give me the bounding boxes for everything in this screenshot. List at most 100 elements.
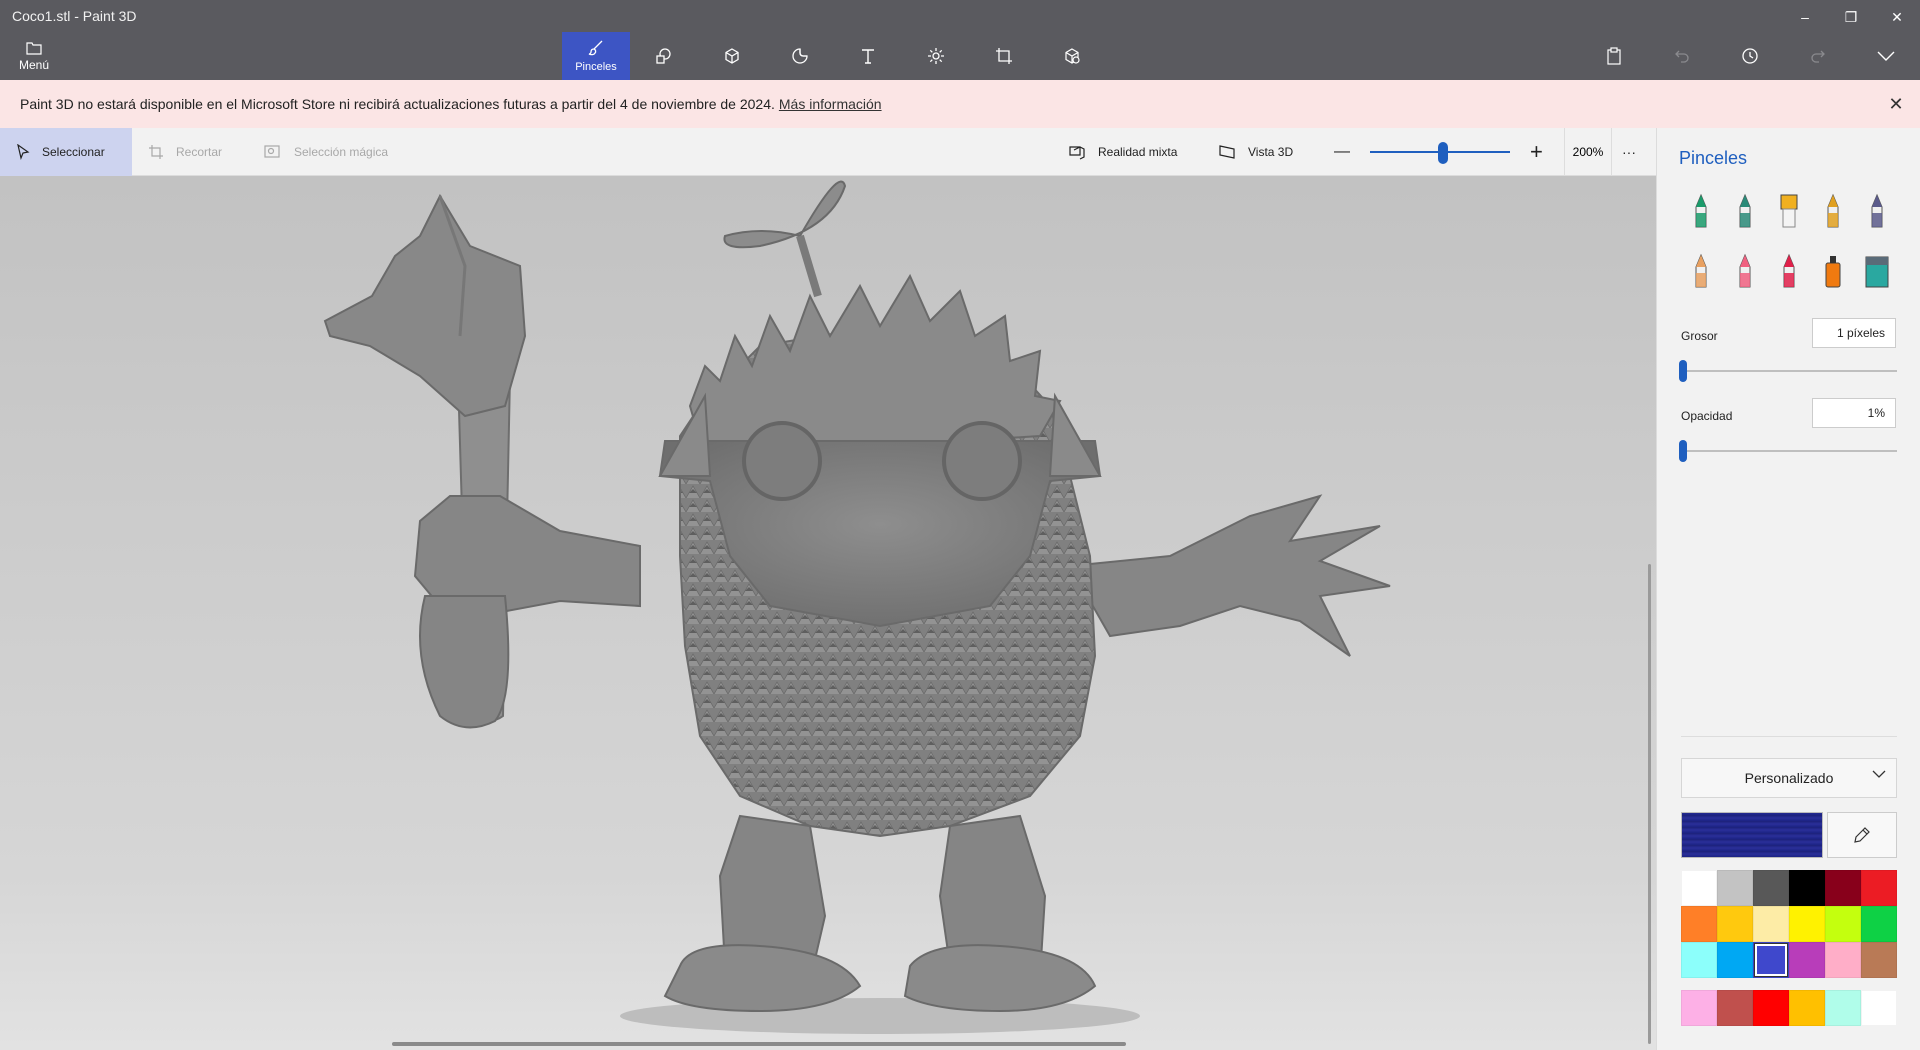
tool-3d-shapes[interactable]	[698, 32, 766, 80]
brush-icon	[588, 40, 603, 56]
color-swatch[interactable]	[1681, 906, 1717, 942]
ribbon-tools: Pinceles	[562, 32, 1106, 80]
zoom-value[interactable]: 200%	[1564, 128, 1612, 176]
minimize-button[interactable]: –	[1782, 0, 1828, 34]
color-swatch[interactable]	[1681, 870, 1717, 906]
folder-icon	[26, 41, 42, 55]
eyedropper-button[interactable]	[1827, 812, 1897, 858]
history-button[interactable]	[1716, 36, 1784, 76]
custom-color-swatch[interactable]	[1861, 990, 1897, 1026]
thickness-field[interactable]: 1 píxeles	[1812, 318, 1896, 348]
redo-icon	[1811, 50, 1825, 63]
brush-crayon[interactable]	[1767, 248, 1811, 294]
notification-text: Paint 3D no estará disponible en el Micr…	[20, 96, 775, 112]
tool-effects[interactable]	[902, 32, 970, 80]
custom-color-swatch[interactable]	[1789, 990, 1825, 1026]
view-3d-button[interactable]: Vista 3D	[1218, 128, 1293, 176]
3d-model-render[interactable]	[0, 176, 1656, 1050]
brush-marker[interactable]	[1679, 188, 1723, 234]
color-swatch[interactable]	[1861, 906, 1897, 942]
calligraphy-pen-icon	[1739, 193, 1751, 228]
thickness-slider[interactable]	[1679, 360, 1897, 382]
marker-icon	[1695, 193, 1707, 228]
canvas-toolbar: Seleccionar Recortar Selección mágica Re…	[0, 128, 1656, 176]
more-info-link[interactable]: Más información	[779, 96, 882, 112]
brush-calligraphy-pen[interactable]	[1723, 188, 1767, 234]
tool-canvas[interactable]	[970, 32, 1038, 80]
paint3d-window: Coco1.stl - Paint 3D – ❐ ✕ Menú Pinceles	[0, 0, 1920, 1050]
watercolor-icon	[1827, 193, 1839, 228]
brush-spray-can[interactable]	[1811, 248, 1855, 294]
custom-color-swatch[interactable]	[1681, 990, 1717, 1026]
pencil-icon	[1695, 253, 1707, 288]
notification-banner: Paint 3D no estará disponible en el Micr…	[0, 80, 1920, 128]
chevron-down-icon	[1872, 770, 1886, 778]
vertical-scrollbar[interactable]	[1648, 564, 1651, 1044]
brush-watercolor[interactable]	[1811, 188, 1855, 234]
opacity-slider-thumb[interactable]	[1679, 440, 1687, 462]
color-swatch[interactable]	[1825, 870, 1861, 906]
color-swatch[interactable]	[1681, 942, 1717, 978]
spray-can-icon	[1825, 256, 1841, 288]
ribbon-right-controls	[1580, 36, 1920, 76]
magic-select-icon	[264, 145, 280, 158]
panel-title: Pinceles	[1679, 148, 1748, 168]
horizontal-scrollbar[interactable]	[392, 1042, 1126, 1046]
undo-icon	[1675, 50, 1689, 63]
color-swatch[interactable]	[1789, 942, 1825, 978]
redo-button[interactable]	[1784, 36, 1852, 76]
brush-oil-brush[interactable]	[1767, 188, 1811, 234]
palette-dropdown-value: Personalizado	[1744, 770, 1834, 786]
color-swatch[interactable]	[1825, 906, 1861, 942]
color-swatch[interactable]	[1753, 870, 1789, 906]
close-window-button[interactable]: ✕	[1874, 0, 1920, 34]
mixed-reality-button[interactable]: Realidad mixta	[1068, 128, 1177, 176]
brushes-panel: Pinceles Grosor 1 píxeles Opacidad 1% Pe…	[1656, 128, 1920, 1050]
fill-bucket-icon	[1865, 256, 1889, 288]
restore-button[interactable]: ❐	[1828, 0, 1874, 34]
brush-eraser[interactable]	[1723, 248, 1767, 294]
brush-pencil[interactable]	[1679, 248, 1723, 294]
sun-icon	[928, 48, 944, 64]
brush-fill-bucket[interactable]	[1855, 248, 1899, 294]
color-swatch[interactable]	[1825, 942, 1861, 978]
current-color-swatch[interactable]	[1681, 812, 1823, 858]
color-swatch[interactable]	[1717, 942, 1753, 978]
canvas-area[interactable]	[0, 176, 1656, 1050]
tool-brushes[interactable]: Pinceles	[562, 32, 630, 80]
select-button[interactable]: Seleccionar	[0, 128, 132, 176]
color-swatch[interactable]	[1717, 870, 1753, 906]
close-notification-button[interactable]: ✕	[1886, 94, 1906, 114]
sticker-icon	[792, 48, 808, 64]
color-swatch[interactable]	[1789, 870, 1825, 906]
zoom-slider-thumb[interactable]	[1438, 142, 1448, 164]
opacity-slider[interactable]	[1679, 440, 1897, 462]
palette-dropdown[interactable]: Personalizado	[1681, 758, 1897, 798]
tool-text[interactable]	[834, 32, 902, 80]
color-swatch[interactable]	[1789, 906, 1825, 942]
custom-color-swatch[interactable]	[1717, 990, 1753, 1026]
more-options-button[interactable]: ···	[1622, 128, 1636, 176]
tool-2d-shapes[interactable]	[630, 32, 698, 80]
tool-stickers[interactable]	[766, 32, 834, 80]
custom-color-swatch[interactable]	[1825, 990, 1861, 1026]
paste-button[interactable]	[1580, 36, 1648, 76]
menu-button[interactable]: Menú	[6, 36, 62, 76]
color-swatch[interactable]	[1753, 906, 1789, 942]
thickness-slider-thumb[interactable]	[1679, 360, 1687, 382]
opacity-field[interactable]: 1%	[1812, 398, 1896, 428]
color-swatch[interactable]	[1717, 906, 1753, 942]
text-icon	[862, 49, 874, 64]
magic-select-button[interactable]: Selección mágica	[264, 128, 388, 176]
crop-button[interactable]: Recortar	[148, 128, 222, 176]
color-swatch[interactable]	[1861, 942, 1897, 978]
brush-pixel-pen[interactable]	[1855, 188, 1899, 234]
color-swatch[interactable]	[1861, 870, 1897, 906]
expand-ribbon-button[interactable]	[1852, 36, 1920, 76]
custom-color-swatch[interactable]	[1753, 990, 1789, 1026]
undo-button[interactable]	[1648, 36, 1716, 76]
tool-3d-library[interactable]	[1038, 32, 1106, 80]
color-swatch[interactable]	[1753, 942, 1789, 978]
zoom-in-button[interactable]: +	[1530, 128, 1543, 176]
zoom-out-button[interactable]: —	[1334, 128, 1350, 176]
